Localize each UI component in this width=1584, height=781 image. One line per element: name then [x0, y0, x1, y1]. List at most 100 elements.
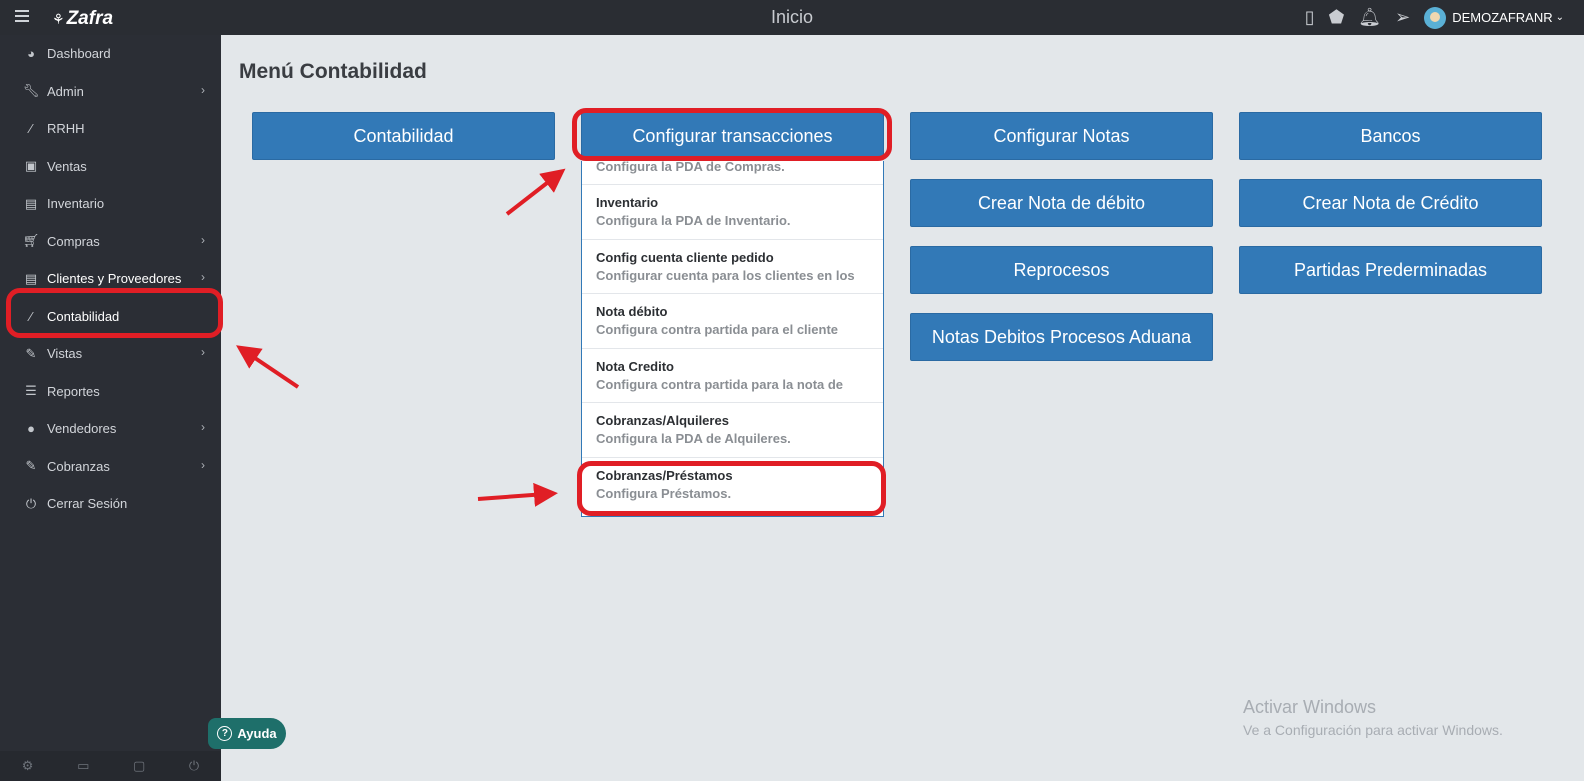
sidebar-item-label: Vistas: [47, 346, 83, 362]
sidebar-item-label: Cerrar Sesión: [47, 496, 128, 512]
chevron-right-icon: ›: [201, 345, 205, 359]
sidebar-item-inventario[interactable]: ▤ Inventario: [0, 185, 221, 223]
brand-name: Zafra: [66, 8, 114, 29]
sidebar-item-contabilidad[interactable]: ∕ Contabilidad: [0, 298, 221, 336]
contabilidad-button[interactable]: Contabilidad: [252, 112, 555, 160]
dropdown-item-compras[interactable]: Configura la PDA de Compras.: [582, 161, 883, 185]
bell-icon[interactable]: 🔔︎: [1358, 7, 1381, 28]
user-name: DEMOZAFRANR: [1452, 10, 1553, 25]
cart-icon: 🛒︎: [22, 233, 40, 249]
sidebar-item-vistas[interactable]: ✎ Vistas ›: [0, 335, 221, 373]
power-icon: ⏻: [25, 495, 37, 511]
help-label: Ayuda: [237, 726, 277, 741]
sidebar-item-label: Ventas: [47, 158, 87, 174]
reprocesos-button[interactable]: Reprocesos: [910, 246, 1213, 294]
wrench-icon: 🔧︎: [22, 83, 40, 99]
arrow-to-prestamos: [477, 482, 558, 507]
hamburger-menu-icon[interactable]: [15, 10, 29, 25]
sidebar-item-ventas[interactable]: ▣ Ventas: [0, 148, 221, 186]
configurar-notas-button[interactable]: Configurar Notas: [910, 112, 1213, 160]
watermark-subtitle: Ve a Configuración para activar Windows.: [1243, 722, 1503, 738]
dropdown-item-config-cuenta-cliente[interactable]: Config cuenta cliente pedido Configurar …: [582, 240, 883, 294]
sidebar-item-label: Cobranzas: [47, 458, 110, 474]
paperclip-icon: ∕: [29, 121, 33, 137]
page-title: Menú Contabilidad: [239, 60, 427, 83]
dropdown-item-title: Cobranzas/Alquileres: [596, 413, 729, 428]
avatar: [1424, 6, 1447, 29]
lock-icon[interactable]: ▢: [133, 758, 145, 774]
top-icons: ▯ ⬟ 🔔︎ ➢ DEMOZAFRANR ⌄: [1305, 0, 1584, 35]
user-menu[interactable]: DEMOZAFRANR ⌄: [1424, 6, 1564, 29]
user-icon: ●: [27, 421, 35, 437]
paperclip-icon: ∕: [29, 308, 33, 324]
bancos-button[interactable]: Bancos: [1239, 112, 1542, 160]
power-icon[interactable]: ⏻: [189, 758, 199, 774]
sidebar-item-label: Vendedores: [47, 421, 117, 437]
sidebar-item-label: Reportes: [47, 383, 100, 399]
sidebar-item-label: Contabilidad: [47, 308, 120, 324]
dropdown-item-title: Config cuenta cliente pedido: [596, 249, 774, 265]
sidebar-item-vendedores[interactable]: ● Vendedores ›: [0, 410, 221, 448]
crear-nota-credito-button[interactable]: Crear Nota de Crédito: [1239, 179, 1542, 227]
dropdown-item-desc: Configura la PDA de Inventario.: [596, 213, 791, 228]
dropdown-item-title: Inventario: [596, 195, 659, 210]
notas-debitos-aduana-button[interactable]: Notas Debitos Procesos Aduana: [910, 313, 1213, 361]
windows-activation-watermark: Activar Windows Ve a Configuración para …: [1243, 697, 1503, 738]
sidebar-footer: ⚙ ▭ ▢ ⏻: [0, 751, 221, 781]
sidebar-item-reportes[interactable]: ☰ Reportes: [0, 373, 221, 411]
dropdown-item-title: Nota débito: [596, 304, 668, 319]
dropdown-item-title: Nota Credito: [596, 358, 674, 374]
chevron-right-icon: ›: [201, 232, 205, 247]
dropdown-item-nota-debito[interactable]: Nota débito Configura contra partida par…: [582, 294, 883, 349]
dropdown-item-desc: Configura contra partida para la nota de: [596, 376, 844, 392]
crear-nota-debito-button[interactable]: Crear Nota de débito: [910, 179, 1213, 227]
mobile-icon[interactable]: ▯: [1305, 7, 1315, 28]
list-icon: ☰: [25, 383, 37, 399]
gear-icon[interactable]: ⚙: [22, 758, 34, 774]
tags-icon[interactable]: ⬟: [1329, 7, 1345, 28]
monitor-icon[interactable]: ▭: [77, 758, 89, 774]
book-icon: ▤: [24, 195, 38, 211]
partidas-predeterminadas-button[interactable]: Partidas Prederminadas: [1239, 246, 1542, 294]
arrow-to-contabilidad: [236, 345, 300, 389]
chevron-right-icon: ›: [201, 82, 205, 97]
dropdown-item-nota-credito[interactable]: Nota Credito Configura contra partida pa…: [582, 349, 883, 403]
dropdown-item-desc: Configura la PDA de Alquileres.: [596, 431, 791, 446]
dropdown-item-inventario[interactable]: Inventario Configura la PDA de Inventari…: [582, 185, 883, 240]
arrow-to-configurar-transacciones: [505, 168, 566, 216]
dropdown-item-desc: Configura Préstamos.: [596, 485, 732, 501]
tachometer-icon: ◕: [27, 46, 35, 62]
help-button[interactable]: ? Ayuda: [208, 718, 286, 749]
sidebar-item-label: Inventario: [47, 196, 105, 212]
book-icon: ▤: [24, 270, 38, 286]
chevron-right-icon: ›: [201, 457, 205, 472]
sidebar-item-label: Dashboard: [47, 46, 111, 62]
edit-icon: ✎: [25, 458, 37, 474]
sidebar-item-cerrar-sesion[interactable]: ⏻ Cerrar Sesión: [0, 485, 221, 523]
sidebar-item-admin[interactable]: 🔧︎ Admin ›: [0, 73, 221, 111]
sidebar-item-clientes-proveedores[interactable]: ▤ Clientes y Proveedores ›: [0, 260, 221, 298]
brand-logo[interactable]: ⚘ Zafra: [52, 8, 113, 30]
transacciones-dropdown: Configura la PDA de Compras. Inventario …: [581, 161, 884, 517]
configurar-transacciones-button[interactable]: Configurar transacciones: [581, 112, 884, 160]
dropdown-item-desc: Configura contra partida para el cliente: [596, 322, 838, 337]
paper-plane-icon[interactable]: ➢: [1395, 7, 1410, 28]
watermark-title: Activar Windows: [1243, 697, 1377, 717]
dropdown-item-desc: Configura la PDA de Compras.: [596, 161, 785, 174]
sidebar-item-label: Clientes y Proveedores: [47, 271, 182, 287]
question-icon: ?: [217, 726, 233, 741]
sidebar-item-dashboard[interactable]: ◕ Dashboard: [0, 35, 221, 73]
sidebar-item-cobranzas[interactable]: ✎ Cobranzas ›: [0, 448, 221, 486]
dropdown-item-cobranzas-alquileres[interactable]: Cobranzas/Alquileres Configura la PDA de…: [582, 403, 883, 458]
sidebar-item-label: Admin: [47, 83, 84, 99]
money-icon: ▣: [24, 158, 38, 174]
dropdown-item-title: Cobranzas/Préstamos: [596, 467, 733, 483]
sidebar-item-label: RRHH: [47, 121, 85, 137]
sidebar: ◕ Dashboard 🔧︎ Admin › ∕ RRHH ▣ Ventas ▤ Inven…: [0, 35, 221, 781]
sidebar-item-rrhh[interactable]: ∕ RRHH: [0, 110, 221, 148]
dropdown-item-cobranzas-prestamos[interactable]: Cobranzas/Préstamos Configura Préstamos.: [582, 458, 883, 513]
chevron-right-icon: ›: [201, 420, 205, 434]
top-bar: ⚘ Zafra Inicio ▯ ⬟ 🔔︎ ➢ DEMOZAFRANR ⌄: [0, 0, 1584, 35]
sidebar-item-label: Compras: [47, 233, 100, 249]
sidebar-item-compras[interactable]: 🛒︎ Compras ›: [0, 223, 221, 261]
